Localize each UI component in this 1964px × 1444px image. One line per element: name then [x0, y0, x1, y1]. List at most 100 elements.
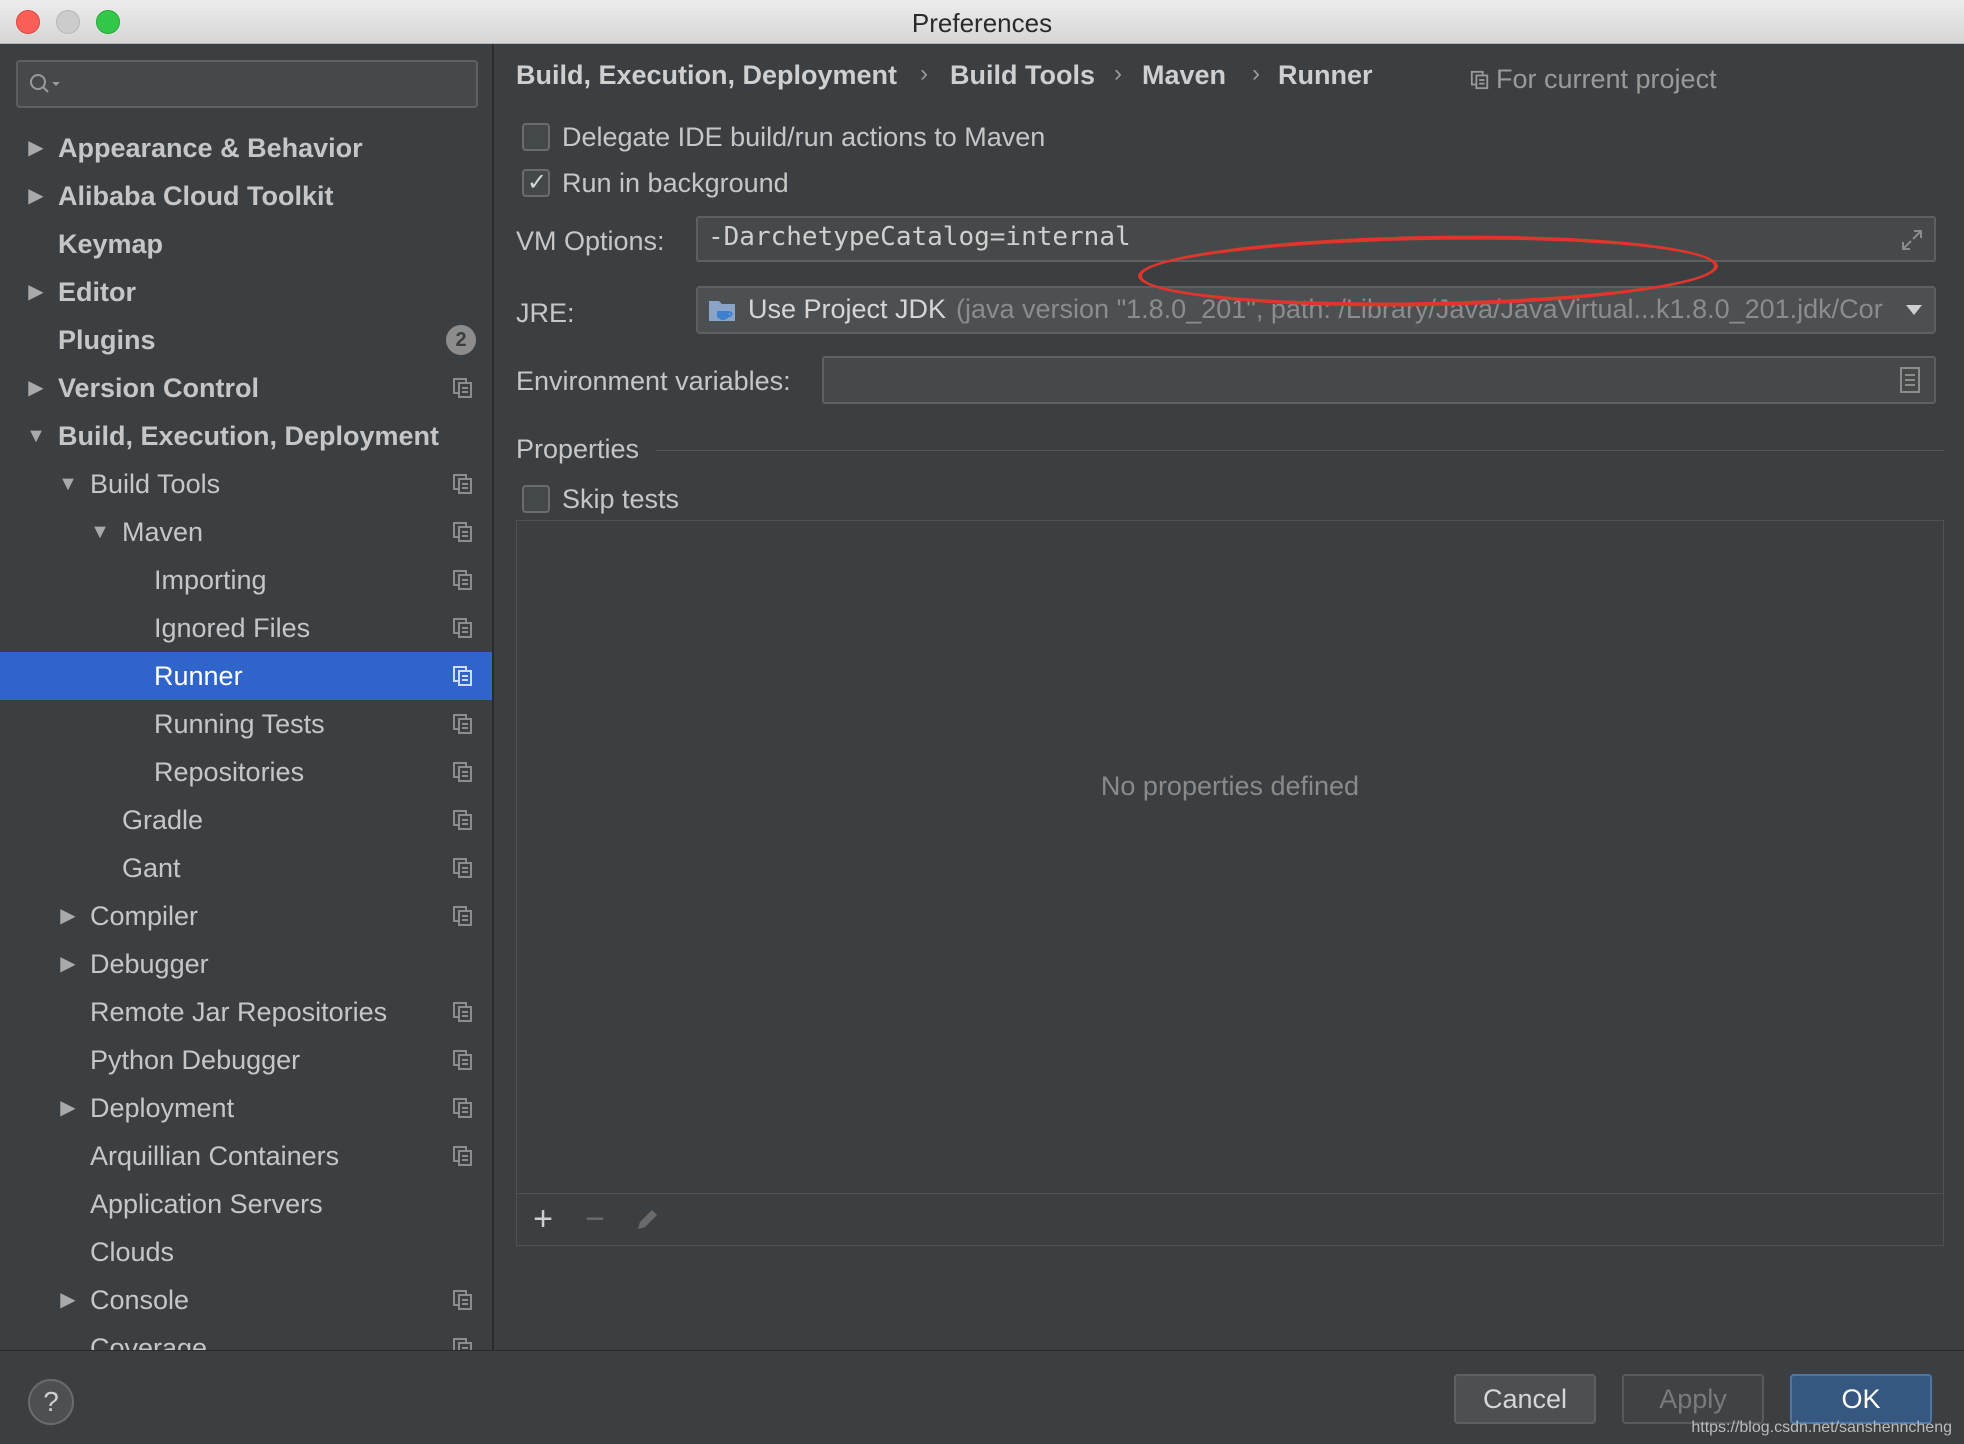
- breadcrumb-item[interactable]: Maven: [1142, 60, 1226, 91]
- sidebar-item-running-tests[interactable]: Running Tests: [0, 700, 492, 748]
- apply-button[interactable]: Apply: [1622, 1374, 1764, 1424]
- collapse-arrow-icon[interactable]: ▼: [24, 412, 48, 460]
- expand-icon[interactable]: [1898, 226, 1926, 254]
- sidebar-item-debugger[interactable]: ▶ Debugger: [0, 940, 492, 988]
- sidebar-item-alibaba-cloud[interactable]: ▶ Alibaba Cloud Toolkit: [0, 172, 492, 220]
- sidebar-item-remote-jar-repositories[interactable]: Remote Jar Repositories: [0, 988, 492, 1036]
- env-variables-input[interactable]: [822, 356, 1936, 404]
- settings-sidebar: ▶ Appearance & Behavior ▶ Alibaba Cloud …: [0, 44, 494, 1350]
- breadcrumb-current: Runner: [1278, 60, 1373, 90]
- sidebar-item-build-execution-deployment[interactable]: ▼ Build, Execution, Deployment: [0, 412, 492, 460]
- properties-section-title: Properties: [516, 434, 640, 464]
- collapse-arrow-icon[interactable]: ▼: [88, 508, 112, 556]
- remove-property-button[interactable]: −: [579, 1202, 611, 1236]
- project-scope-icon: [453, 1290, 472, 1310]
- sidebar-item-gradle[interactable]: Gradle: [0, 796, 492, 844]
- sidebar-item-label: Editor: [58, 277, 136, 307]
- project-scope-icon: [1470, 70, 1489, 90]
- project-scope-icon: [453, 618, 472, 638]
- cancel-button[interactable]: Cancel: [1454, 1374, 1596, 1424]
- sidebar-item-plugins[interactable]: Plugins 2: [0, 316, 492, 364]
- sidebar-item-label: Ignored Files: [154, 613, 311, 643]
- sidebar-item-editor[interactable]: ▶ Editor: [0, 268, 492, 316]
- sidebar-item-compiler[interactable]: ▶ Compiler: [0, 892, 492, 940]
- sidebar-item-label: Debugger: [90, 949, 209, 979]
- project-scope-icon: [453, 1050, 472, 1070]
- skip-tests-checkbox[interactable]: [522, 485, 550, 513]
- delegate-build-label[interactable]: Delegate IDE build/run actions to Maven: [562, 120, 1045, 154]
- sidebar-item-label: Remote Jar Repositories: [90, 997, 388, 1027]
- sidebar-item-runner[interactable]: Runner: [0, 652, 492, 700]
- plugins-update-badge: 2: [446, 325, 476, 355]
- breadcrumb-separator-icon: ›: [1252, 60, 1260, 87]
- project-scope-icon: [453, 1002, 472, 1022]
- vm-options-label: VM Options:: [516, 226, 665, 256]
- properties-table[interactable]: No properties defined + −: [516, 520, 1944, 1246]
- properties-toolbar: + −: [517, 1193, 1943, 1245]
- jre-detail: (java version "1.8.0_201", path: /Librar…: [956, 294, 1883, 324]
- collapse-arrow-icon[interactable]: ▼: [56, 460, 80, 508]
- delegate-build-checkbox[interactable]: [522, 123, 550, 151]
- expand-arrow-icon[interactable]: ▶: [24, 172, 48, 220]
- expand-arrow-icon[interactable]: ▶: [56, 1084, 80, 1132]
- sidebar-item-appearance[interactable]: ▶ Appearance & Behavior: [0, 124, 492, 172]
- sidebar-item-label: Application Servers: [90, 1189, 323, 1219]
- breadcrumb-separator-icon: ›: [1114, 60, 1122, 87]
- browse-document-icon[interactable]: [1898, 366, 1922, 394]
- sidebar-item-application-servers[interactable]: Application Servers: [0, 1180, 492, 1228]
- sidebar-item-label: Compiler: [90, 901, 199, 931]
- project-scope-icon: [453, 762, 472, 782]
- scope-label: For current project: [1496, 64, 1717, 94]
- sidebar-item-label: Gant: [122, 853, 181, 883]
- sidebar-item-label: Plugins: [58, 325, 156, 355]
- sidebar-item-arquillian-containers[interactable]: Arquillian Containers: [0, 1132, 492, 1180]
- sidebar-item-deployment[interactable]: ▶ Deployment: [0, 1084, 492, 1132]
- sidebar-item-label: Deployment: [90, 1093, 235, 1123]
- sidebar-item-label: Version Control: [58, 373, 260, 403]
- project-scope-icon: [453, 810, 472, 830]
- sidebar-item-label: Build Tools: [90, 469, 221, 499]
- project-scope-icon: [453, 1098, 472, 1118]
- breadcrumb-separator-icon: ›: [920, 60, 928, 87]
- sidebar-item-keymap[interactable]: Keymap: [0, 220, 492, 268]
- properties-empty-text: No properties defined: [1100, 771, 1360, 801]
- expand-arrow-icon[interactable]: ▶: [24, 124, 48, 172]
- chevron-down-icon[interactable]: [1906, 305, 1922, 315]
- skip-tests-label[interactable]: Skip tests: [562, 482, 679, 516]
- dialog-footer: ? Cancel Apply OK https://blog.csdn.net/…: [0, 1350, 1964, 1444]
- add-property-button[interactable]: +: [527, 1202, 559, 1236]
- sidebar-item-python-debugger[interactable]: Python Debugger: [0, 1036, 492, 1084]
- vm-options-input[interactable]: -DarchetypeCatalog=internal: [696, 216, 1936, 262]
- breadcrumb-item[interactable]: Build, Execution, Deployment: [516, 60, 897, 91]
- sidebar-item-label: Repositories: [154, 757, 305, 787]
- help-button[interactable]: ?: [28, 1379, 74, 1425]
- run-in-background-checkbox[interactable]: [522, 168, 550, 197]
- expand-arrow-icon[interactable]: ▶: [56, 1276, 80, 1324]
- sidebar-item-ignored-files[interactable]: Ignored Files: [0, 604, 492, 652]
- watermark: https://blog.csdn.net/sanshenncheng: [1691, 1419, 1952, 1436]
- sidebar-item-importing[interactable]: Importing: [0, 556, 492, 604]
- sidebar-item-label: Clouds: [90, 1237, 175, 1267]
- sidebar-item-label: Importing: [154, 565, 267, 595]
- expand-arrow-icon[interactable]: ▶: [56, 940, 80, 988]
- run-in-background-label[interactable]: Run in background: [562, 166, 789, 200]
- expand-arrow-icon[interactable]: ▶: [24, 364, 48, 412]
- sidebar-item-version-control[interactable]: ▶ Version Control: [0, 364, 492, 412]
- sidebar-item-gant[interactable]: Gant: [0, 844, 492, 892]
- sidebar-item-build-tools[interactable]: ▼ Build Tools: [0, 460, 492, 508]
- project-scope-icon: [453, 474, 472, 494]
- sidebar-item-label: Coverage: [90, 1333, 208, 1350]
- sidebar-item-coverage[interactable]: Coverage: [0, 1324, 492, 1350]
- breadcrumb-item[interactable]: Build Tools: [950, 60, 1095, 91]
- sidebar-item-maven[interactable]: ▼ Maven: [0, 508, 492, 556]
- sidebar-item-console[interactable]: ▶ Console: [0, 1276, 492, 1324]
- ok-button[interactable]: OK: [1790, 1374, 1932, 1424]
- jre-select[interactable]: Use Project JDK (java version "1.8.0_201…: [696, 286, 1936, 334]
- expand-arrow-icon[interactable]: ▶: [24, 268, 48, 316]
- sidebar-item-clouds[interactable]: Clouds: [0, 1228, 492, 1276]
- sidebar-item-repositories[interactable]: Repositories: [0, 748, 492, 796]
- search-icon: [30, 74, 60, 93]
- search-input[interactable]: [16, 60, 478, 108]
- edit-pencil-icon[interactable]: [631, 1204, 663, 1236]
- expand-arrow-icon[interactable]: ▶: [56, 892, 80, 940]
